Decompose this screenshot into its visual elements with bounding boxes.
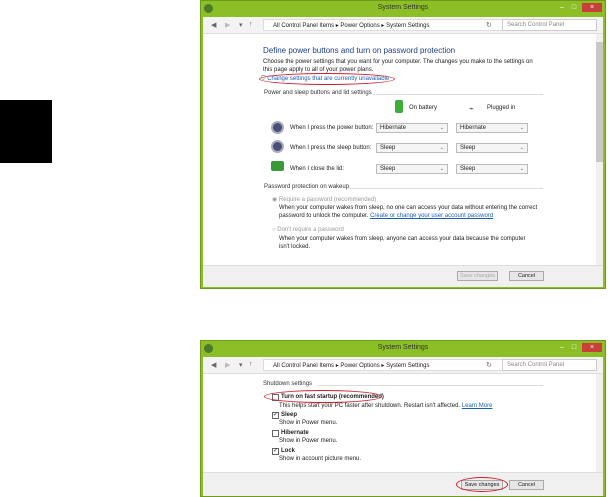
breadcrumb-item[interactable]: System Settings (386, 363, 429, 369)
maximize-button[interactable]: □ (569, 343, 579, 352)
highlight-ellipse (264, 390, 382, 403)
row-label: When I close the lid: (290, 166, 345, 172)
learn-more-link[interactable]: Learn More (462, 403, 493, 409)
power-button-battery-select[interactable]: Hibernate ⌄ (376, 123, 448, 133)
system-settings-window: System Settings – □ × ◀ ▶ ▾ ↑ All Contro… (200, 0, 606, 289)
sleep-description: Show in Power menu. (279, 420, 338, 426)
black-panel (0, 100, 52, 163)
refresh-icon[interactable]: ↻ (486, 21, 492, 29)
sleep-button-battery-select[interactable]: Sleep ⌄ (376, 143, 448, 153)
back-icon[interactable]: ◀ (211, 361, 216, 369)
page-title: Define power buttons and turn on passwor… (263, 46, 456, 55)
highlight-ellipse (259, 73, 395, 85)
sleep-checkbox[interactable]: ✓ (272, 412, 279, 419)
cancel-button[interactable]: Cancel (509, 480, 544, 490)
window-title: System Settings (377, 4, 429, 11)
row-label: When I press the sleep button: (290, 145, 372, 151)
breadcrumb-item[interactable]: Power Options (340, 23, 379, 29)
sleep-button-plugged-select[interactable]: Sleep ⌄ (456, 143, 528, 153)
power-button-icon (271, 121, 284, 134)
lid-plugged-select[interactable]: Sleep ⌄ (456, 164, 528, 174)
search-input[interactable]: Search Control Panel (502, 19, 597, 31)
section-shutdown-label: Shutdown settings (263, 381, 313, 387)
fast-startup-description: This helps start your PC faster after sh… (279, 403, 493, 409)
no-password-description: When your computer wakes from sleep, any… (279, 236, 526, 250)
breadcrumb: All Control Panel Items ▸ Power Options … (273, 23, 430, 29)
col-battery-label: On battery (409, 105, 438, 111)
require-description: When your computer wakes from sleep, no … (279, 205, 538, 219)
lock-checkbox[interactable]: ✓ (272, 448, 279, 455)
content-area: Define power buttons and turn on passwor… (203, 34, 603, 265)
footer: Save changes Cancel (203, 265, 603, 287)
col-plugged-label: Plugged in (487, 105, 516, 111)
content-area: Shutdown settings Turn on fast startup (… (203, 374, 603, 472)
lid-battery-select[interactable]: Sleep ⌄ (376, 164, 448, 174)
cancel-button[interactable]: Cancel (509, 271, 544, 281)
address-bar: ◀ ▶ ▾ ↑ All Control Panel Items ▸ Power … (203, 17, 603, 34)
up-arrow-icon[interactable]: ↑ (249, 21, 253, 28)
power-button-plugged-select[interactable]: Hibernate ⌄ (456, 123, 528, 133)
divider (318, 385, 543, 386)
breadcrumb-item[interactable]: Power Options (340, 363, 379, 369)
lock-description: Show in account picture menu. (279, 456, 362, 462)
forward-icon[interactable]: ▶ (225, 21, 230, 29)
search-input[interactable]: Search Control Panel (502, 359, 597, 371)
account-password-link[interactable]: Create or change your user account passw… (370, 213, 493, 219)
sleep-label: Sleep (281, 412, 298, 418)
recent-dropdown-icon[interactable]: ▾ (239, 361, 243, 369)
scrollbar[interactable] (596, 34, 603, 265)
system-settings-window-2: System Settings – □ × ◀ ▶ ▾ ↑ All Contro… (200, 340, 606, 497)
row-label: When I press the power button: (290, 125, 374, 131)
footer: Save changes Cancel (203, 472, 603, 496)
save-changes-button[interactable]: Save changes (457, 271, 498, 281)
hibernate-checkbox[interactable] (272, 430, 279, 437)
forward-icon[interactable]: ▶ (225, 361, 230, 369)
hibernate-label: Hibernate (281, 430, 309, 436)
close-button[interactable]: × (582, 3, 602, 12)
breadcrumb-item[interactable]: All Control Panel Items (273, 23, 334, 29)
hibernate-description: Show in Power menu. (279, 438, 338, 444)
divider (373, 94, 543, 95)
close-button[interactable]: × (582, 343, 602, 352)
refresh-icon[interactable]: ↻ (486, 361, 492, 369)
divider (348, 188, 543, 189)
title-bar: System Settings – □ × (201, 1, 605, 17)
minimize-button[interactable]: – (557, 3, 567, 12)
plug-icon: ⌁ (469, 104, 474, 113)
lock-label: Lock (281, 448, 296, 454)
radio-no-password[interactable]: ○ Don't require a password (272, 227, 344, 233)
breadcrumb-item[interactable]: System Settings (386, 23, 429, 29)
up-arrow-icon[interactable]: ↑ (249, 361, 253, 368)
scrollbar[interactable] (596, 374, 603, 472)
page-description: Choose the power settings that you want … (263, 59, 533, 73)
laptop-lid-icon (271, 161, 284, 171)
window-title: System Settings (377, 344, 429, 351)
address-bar: ◀ ▶ ▾ ↑ All Control Panel Items ▸ Power … (203, 357, 603, 374)
section-power-label: Power and sleep buttons and lid settings (264, 90, 372, 96)
section-password-label: Password protection on wakeup (264, 184, 350, 190)
back-icon[interactable]: ◀ (211, 21, 216, 29)
sleep-button-icon (271, 140, 284, 153)
recent-dropdown-icon[interactable]: ▾ (239, 21, 243, 29)
highlight-ellipse (456, 477, 508, 492)
title-bar: System Settings – □ × (201, 341, 605, 357)
maximize-button[interactable]: □ (569, 3, 579, 12)
scrollbar-thumb[interactable] (596, 42, 603, 162)
battery-icon (395, 100, 403, 113)
minimize-button[interactable]: – (557, 343, 567, 352)
radio-require-password[interactable]: ◉ Require a password (recommended) (272, 196, 376, 203)
breadcrumb: All Control Panel Items ▸ Power Options … (273, 363, 430, 369)
breadcrumb-item[interactable]: All Control Panel Items (273, 363, 334, 369)
